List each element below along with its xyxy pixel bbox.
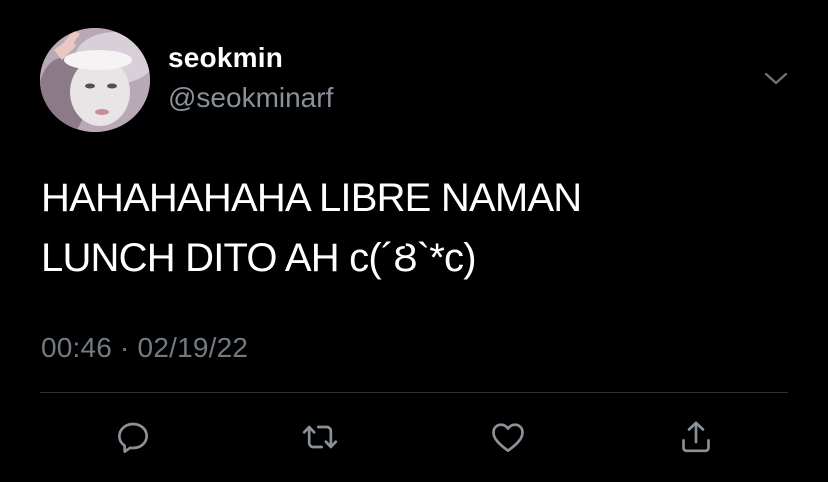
author-display-name[interactable]: seokmin [168,42,283,74]
retweet-icon [302,425,338,449]
tweet-text: HAHAHAHAHA LIBRE NAMAN LUNCH DITO AH c(´… [41,168,781,288]
avatar-photo-icon [40,28,150,132]
share-button[interactable] [674,415,718,459]
share-icon [682,421,710,453]
tweet-text-line-2: LUNCH DITO AH c(´Ȣ`*c) [41,236,477,280]
retweet-button[interactable] [298,415,342,459]
tweet-timestamp[interactable]: 00:46 · 02/19/22 [41,332,248,364]
like-button[interactable] [486,415,530,459]
reply-icon [118,422,148,453]
avatar[interactable] [40,28,150,132]
reply-button[interactable] [111,415,155,459]
tweet-card: seokmin @seokminarf HAHAHAHAHA LIBRE NAM… [0,0,828,482]
tweet-text-line-1: HAHAHAHAHA LIBRE NAMAN [41,176,582,220]
author-handle[interactable]: @seokminarf [168,82,333,114]
divider [40,392,788,393]
more-options-button[interactable] [762,66,790,90]
like-icon [492,423,524,452]
chevron-down-icon [764,72,788,85]
